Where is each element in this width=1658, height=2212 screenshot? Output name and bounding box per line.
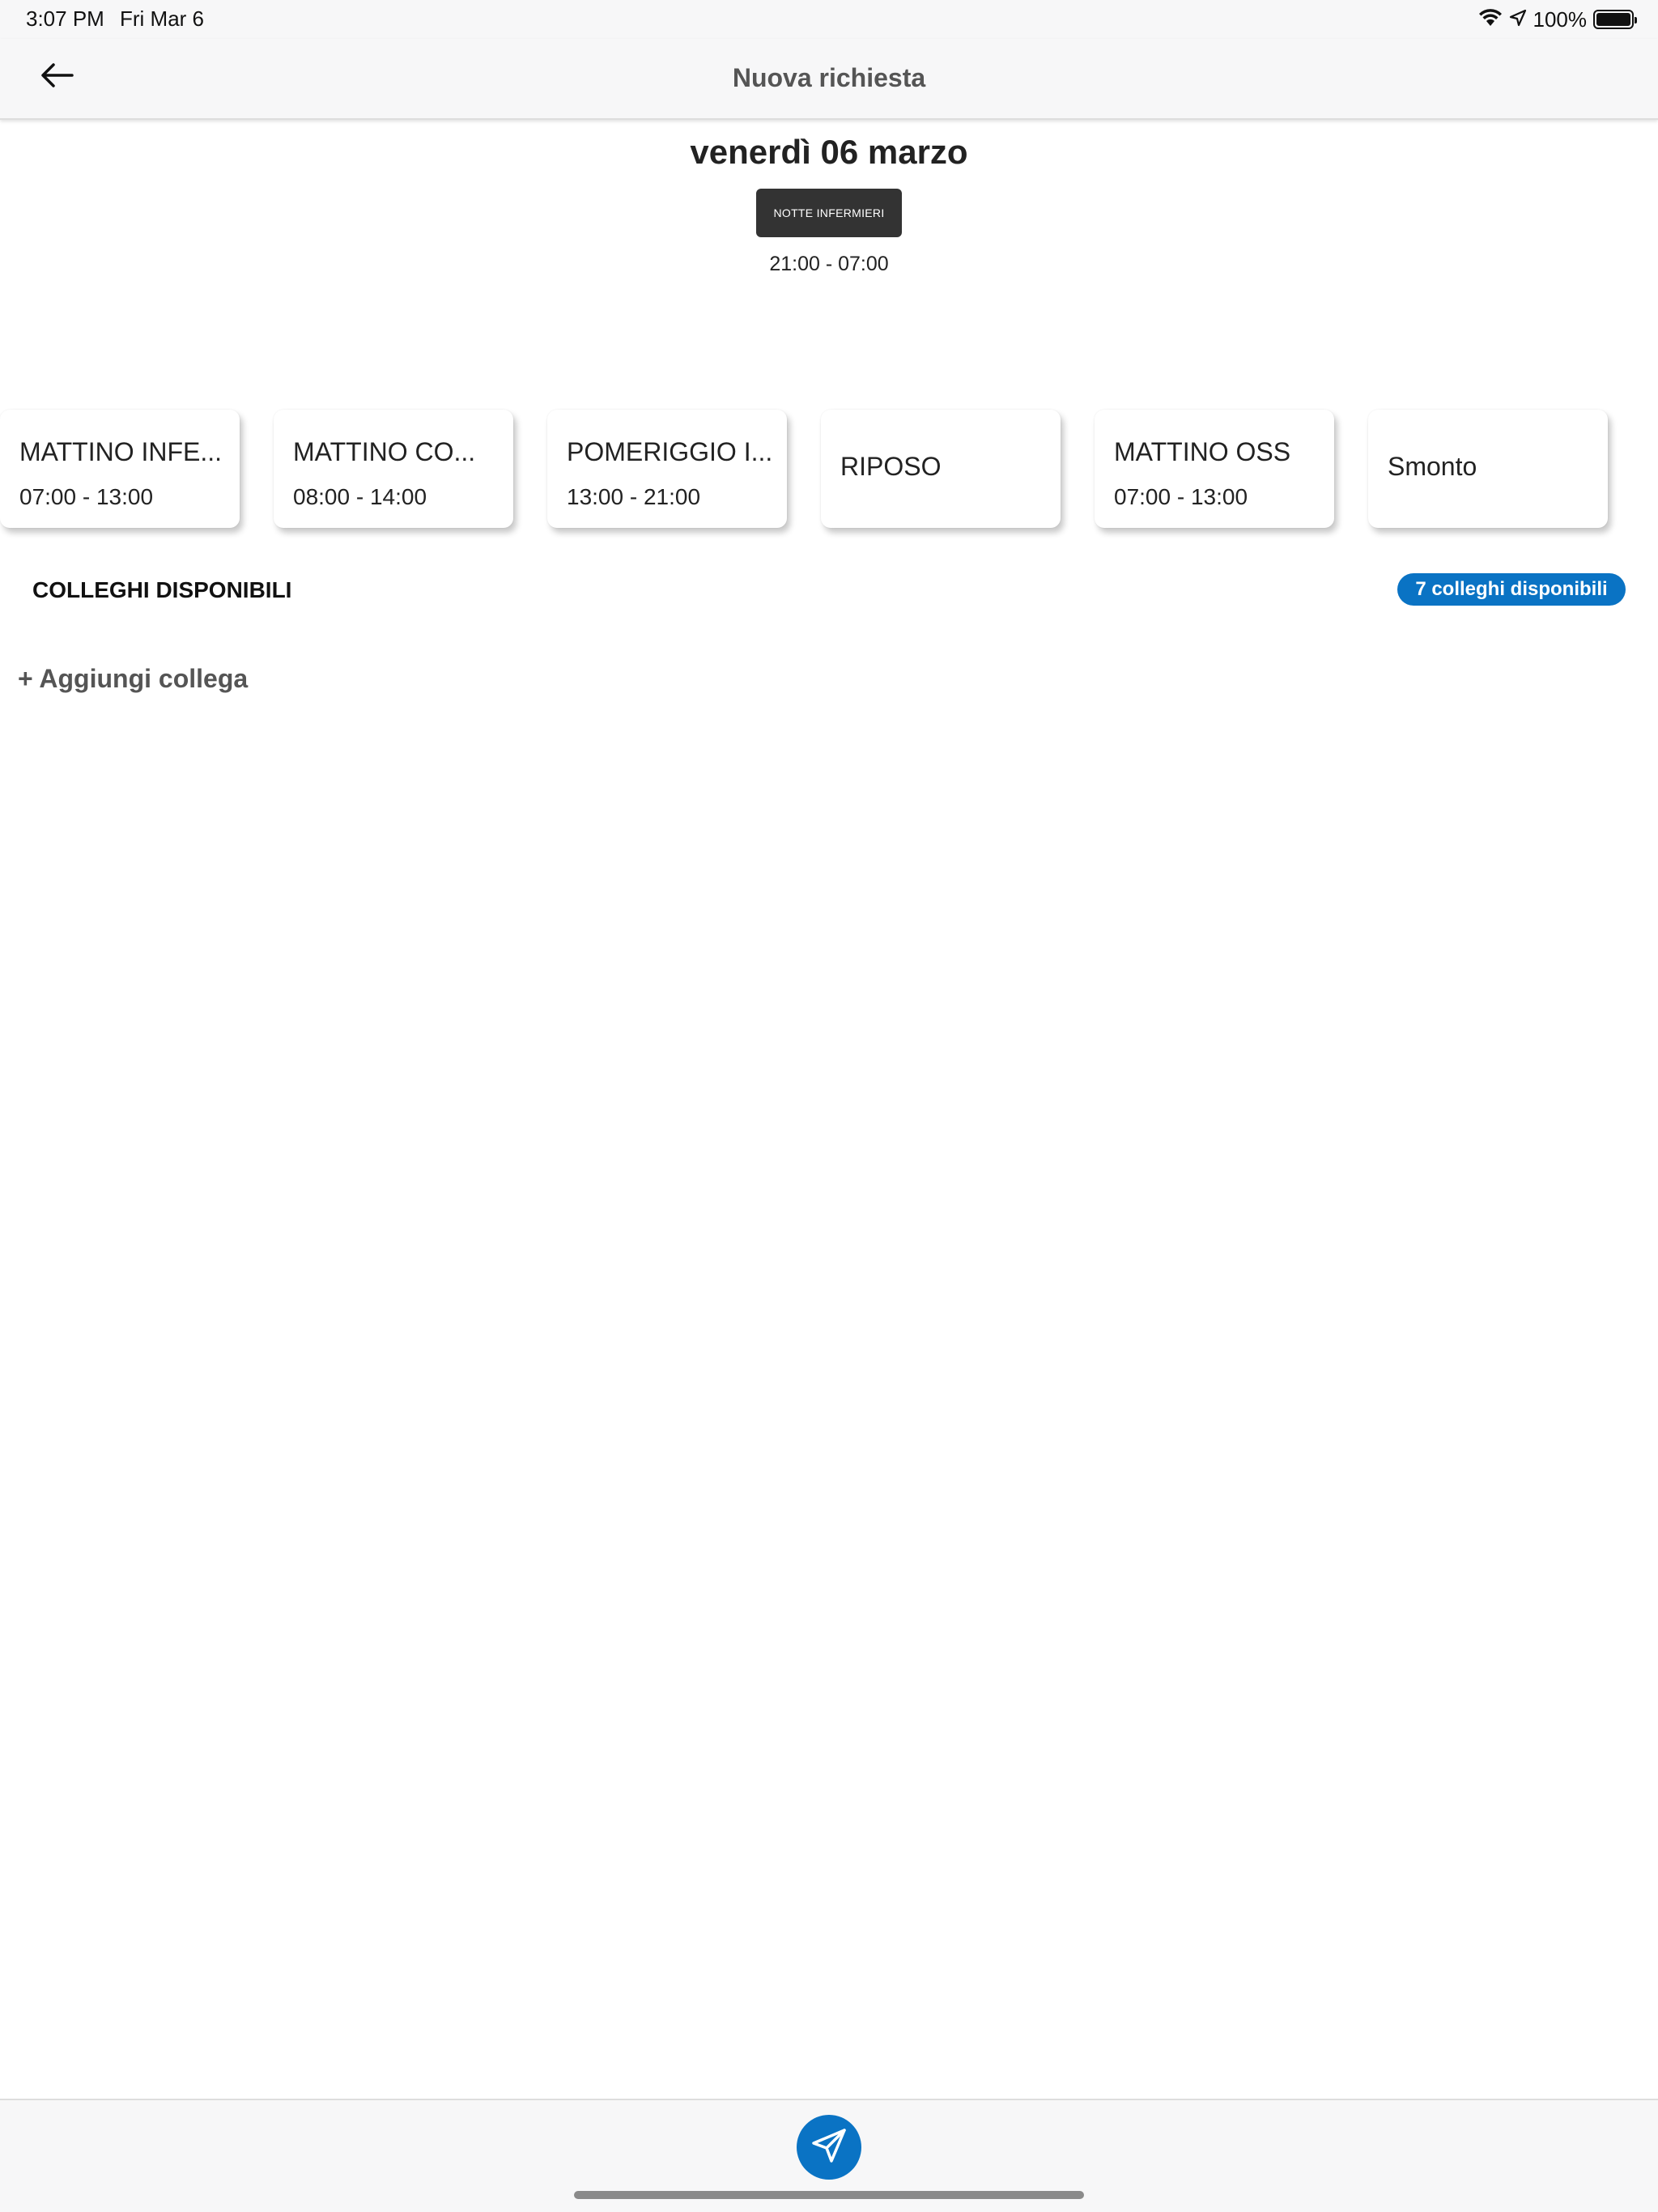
shift-card-name: MATTINO OSS [1114, 437, 1291, 466]
shift-card-name: RIPOSO [840, 452, 942, 481]
shift-time: 21:00 - 07:00 [769, 253, 889, 275]
add-colleague-button[interactable]: + Aggiungi collega [18, 664, 248, 694]
colleagues-section-title: COLLEGHI DISPONIBILI [32, 577, 292, 602]
shift-cards-row: MATTINO INFE... 07:00 - 13:00 MATTINO CO… [0, 410, 1658, 530]
shift-card-time: 07:00 - 13:00 [1114, 484, 1248, 509]
available-colleagues-badge[interactable]: 7 colleghi disponibili [1397, 573, 1626, 606]
battery-percentage: 100% [1533, 6, 1588, 32]
page-title: Nuova richiesta [732, 63, 926, 92]
shift-card-name: POMERIGGIO I... [567, 437, 773, 466]
shift-card-mattino-infermieri[interactable]: MATTINO INFE... 07:00 - 13:00 [0, 410, 240, 528]
shift-card-pomeriggio[interactable]: POMERIGGIO I... 13:00 - 21:00 [547, 410, 787, 528]
status-time: 3:07 PM [26, 6, 104, 31]
shift-card-time: 07:00 - 13:00 [19, 484, 154, 509]
shift-card-riposo[interactable]: RIPOSO [821, 410, 1061, 528]
shift-card-name: MATTINO INFE... [19, 437, 223, 466]
shift-date: venerdì 06 marzo [690, 133, 968, 171]
battery-icon [1593, 10, 1637, 29]
bottom-toolbar [0, 2099, 1658, 2212]
navigation-header: Nuova richiesta [0, 39, 1658, 120]
location-icon [1509, 9, 1527, 31]
shift-name-chip: NOTTE INFERMIERI [756, 189, 902, 237]
shift-card-mattino-oss[interactable]: MATTINO OSS 07:00 - 13:00 [1095, 410, 1334, 528]
shift-card-name: Smonto [1388, 452, 1477, 481]
home-indicator [574, 2191, 1084, 2199]
wifi-icon [1478, 8, 1503, 32]
shift-card-mattino-co[interactable]: MATTINO CO... 08:00 - 14:00 [274, 410, 513, 528]
status-bar: 3:07 PM Fri Mar 6 100% [0, 0, 1658, 39]
shift-card-time: 08:00 - 14:00 [293, 484, 427, 509]
shift-card-smonto[interactable]: Smonto [1368, 410, 1608, 528]
status-indicators: 100% [1478, 6, 1637, 32]
shift-card-time: 13:00 - 21:00 [567, 484, 701, 509]
shift-card-name: MATTINO CO... [293, 437, 476, 466]
send-icon [810, 2127, 848, 2168]
page: 3:07 PM Fri Mar 6 100% Nuova richiesta v… [0, 0, 1658, 2212]
status-date: Fri Mar 6 [120, 6, 204, 31]
send-button[interactable] [797, 2115, 861, 2180]
